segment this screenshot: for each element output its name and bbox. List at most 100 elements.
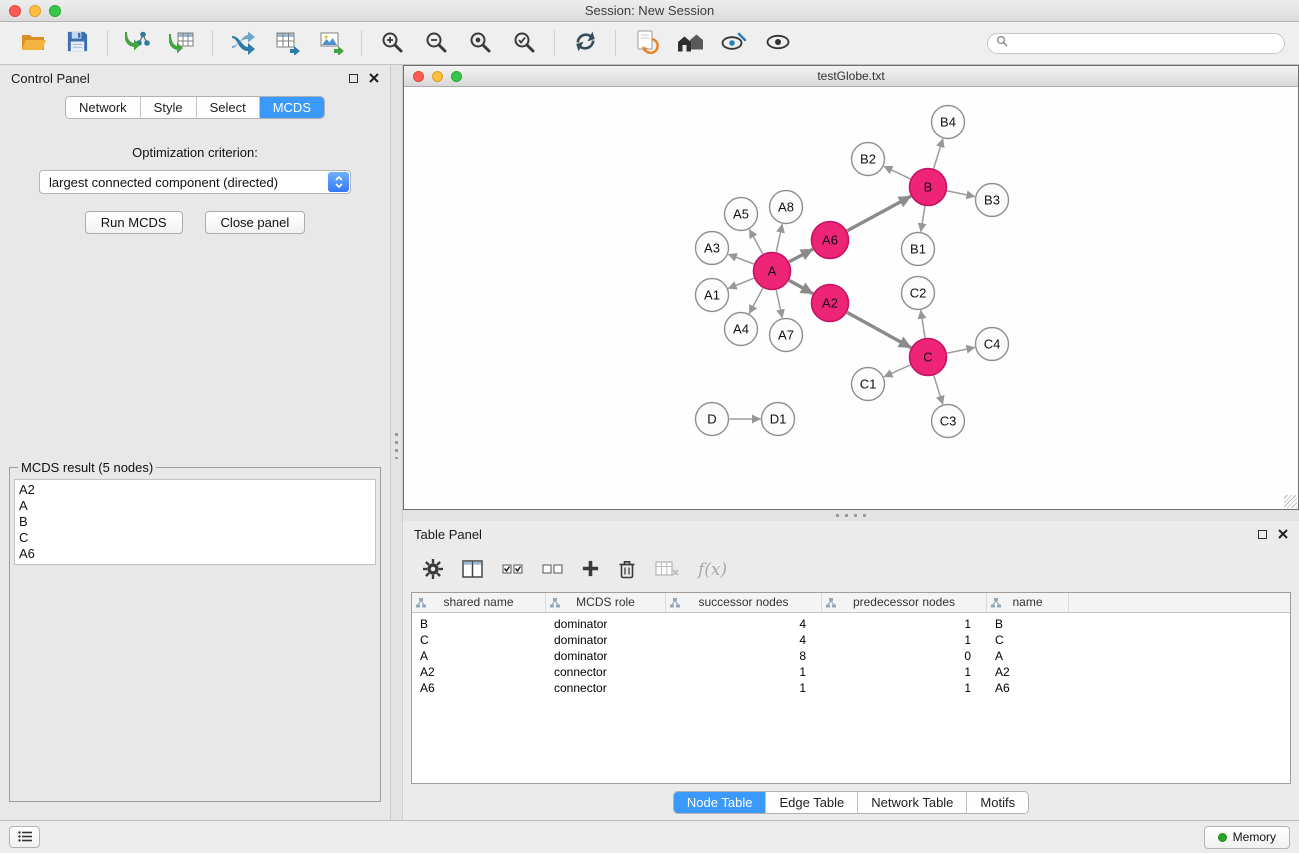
search-input[interactable] [1013,36,1276,50]
mcds-result-item[interactable]: C [15,530,375,546]
vertical-splitter[interactable] [391,65,403,820]
graph-node-B[interactable]: B [910,169,947,206]
graph-edge-A-A7[interactable] [776,290,782,318]
table-row[interactable]: Bdominator41B [412,616,1290,632]
task-history-button[interactable] [9,826,40,848]
network-graph[interactable]: AA1A2A3A4A5A6A7A8BB1B2B3B4CC1C2C3C4DD1 [404,87,1298,509]
tab-style[interactable]: Style [141,97,197,118]
graph-edge-C-C4[interactable] [947,348,975,354]
table-row[interactable]: A6connector11A6 [412,680,1290,696]
graph-edge-B-B3[interactable] [947,191,975,197]
column-header-successor-nodes[interactable]: successor nodes [666,593,822,612]
import-network-button[interactable] [119,26,157,60]
graph-node-B3[interactable]: B3 [976,184,1009,217]
graph-edge-A-A4[interactable] [749,288,763,313]
show-columns-button[interactable] [462,555,483,585]
export-image-button[interactable] [312,26,350,60]
table-row[interactable]: A2connector11A2 [412,664,1290,680]
network-canvas[interactable]: AA1A2A3A4A5A6A7A8BB1B2B3B4CC1C2C3C4DD1 [404,87,1298,509]
horizontal-splitter[interactable] [403,510,1299,521]
graph-edge-A-A1[interactable] [728,278,754,288]
close-panel-icon[interactable] [369,71,379,86]
home-button[interactable] [671,26,709,60]
zoom-window-button[interactable] [49,5,61,17]
graph-node-A8[interactable]: A8 [770,191,803,224]
tab-motifs[interactable]: Motifs [967,792,1028,813]
graph-edge-A-A6[interactable] [789,249,813,262]
net-zoom-button[interactable] [451,71,462,82]
close-panel-button[interactable]: Close panel [205,211,306,234]
mcds-result-item[interactable]: A [15,498,375,514]
tab-node-table[interactable]: Node Table [674,792,767,813]
graph-edge-C-C3[interactable] [934,376,943,405]
float-panel-icon[interactable] [349,74,358,83]
graph-edge-A-A5[interactable] [749,229,762,254]
criterion-select[interactable]: largest connected component (directed) [39,170,351,194]
graph-edge-A6-B[interactable] [847,196,911,230]
graph-edge-C-C2[interactable] [921,310,925,337]
mcds-result-item[interactable]: A6 [15,546,375,562]
tab-select[interactable]: Select [197,97,260,118]
mcds-result-item[interactable]: A2 [15,482,375,498]
table-settings-button[interactable] [423,555,443,585]
select-all-button[interactable] [502,555,523,585]
graph-edge-A-A8[interactable] [776,224,782,252]
delete-columns-button[interactable] [618,555,636,585]
open-session-button[interactable] [14,26,52,60]
save-session-button[interactable] [58,26,96,60]
graph-node-A3[interactable]: A3 [696,232,729,265]
graph-edge-A2-C[interactable] [847,312,911,347]
new-table-button[interactable] [268,26,306,60]
memory-button[interactable]: Memory [1204,826,1290,849]
graph-node-C3[interactable]: C3 [932,405,965,438]
minimize-window-button[interactable] [29,5,41,17]
tab-network-table[interactable]: Network Table [858,792,967,813]
net-close-button[interactable] [413,71,424,82]
graph-node-A6[interactable]: A6 [812,222,849,259]
graph-node-C[interactable]: C [910,339,947,376]
graph-node-B4[interactable]: B4 [932,106,965,139]
column-header-predecessor-nodes[interactable]: predecessor nodes [822,593,987,612]
column-header-shared-name[interactable]: shared name [412,593,546,612]
graph-node-A7[interactable]: A7 [770,319,803,352]
graphics-details-button[interactable] [715,26,753,60]
graph-edge-B-B2[interactable] [884,166,910,178]
new-network-button[interactable] [224,26,262,60]
function-builder-button[interactable]: f(x) [698,560,727,580]
column-header-MCDS-role[interactable]: MCDS role [546,593,666,612]
graph-node-A2[interactable]: A2 [812,285,849,322]
graph-node-B1[interactable]: B1 [902,233,935,266]
create-column-button[interactable] [582,555,599,585]
table-row[interactable]: Adominator80A [412,648,1290,664]
zoom-out-button[interactable] [417,26,455,60]
snapshot-button[interactable] [627,26,665,60]
mcds-result-item[interactable]: B [15,514,375,530]
graph-edge-C-C1[interactable] [884,365,910,377]
run-mcds-button[interactable]: Run MCDS [85,211,183,234]
close-table-panel-icon[interactable] [1278,527,1288,542]
zoom-fit-button[interactable] [461,26,499,60]
graph-edge-B-B1[interactable] [921,206,925,231]
mcds-result-list[interactable]: A2ABCA6 [14,479,376,565]
graph-node-C4[interactable]: C4 [976,328,1009,361]
unselect-all-button[interactable] [542,555,563,585]
tab-edge-table[interactable]: Edge Table [766,792,858,813]
graph-node-C2[interactable]: C2 [902,277,935,310]
graph-edge-A-A2[interactable] [789,280,813,293]
graph-node-A5[interactable]: A5 [725,198,758,231]
delete-table-button[interactable] [655,555,679,585]
graph-node-D1[interactable]: D1 [762,403,795,436]
tab-network[interactable]: Network [66,97,141,118]
zoom-in-button[interactable] [373,26,411,60]
graph-node-A1[interactable]: A1 [696,279,729,312]
table-row[interactable]: Cdominator41C [412,632,1290,648]
refresh-button[interactable] [566,26,604,60]
birds-eye-button[interactable] [759,26,797,60]
graph-node-C1[interactable]: C1 [852,368,885,401]
graph-edge-B-B4[interactable] [934,139,943,169]
tab-mcds[interactable]: MCDS [260,97,324,118]
float-table-panel-icon[interactable] [1258,530,1267,539]
close-window-button[interactable] [9,5,21,17]
graph-node-B2[interactable]: B2 [852,143,885,176]
graph-node-D[interactable]: D [696,403,729,436]
